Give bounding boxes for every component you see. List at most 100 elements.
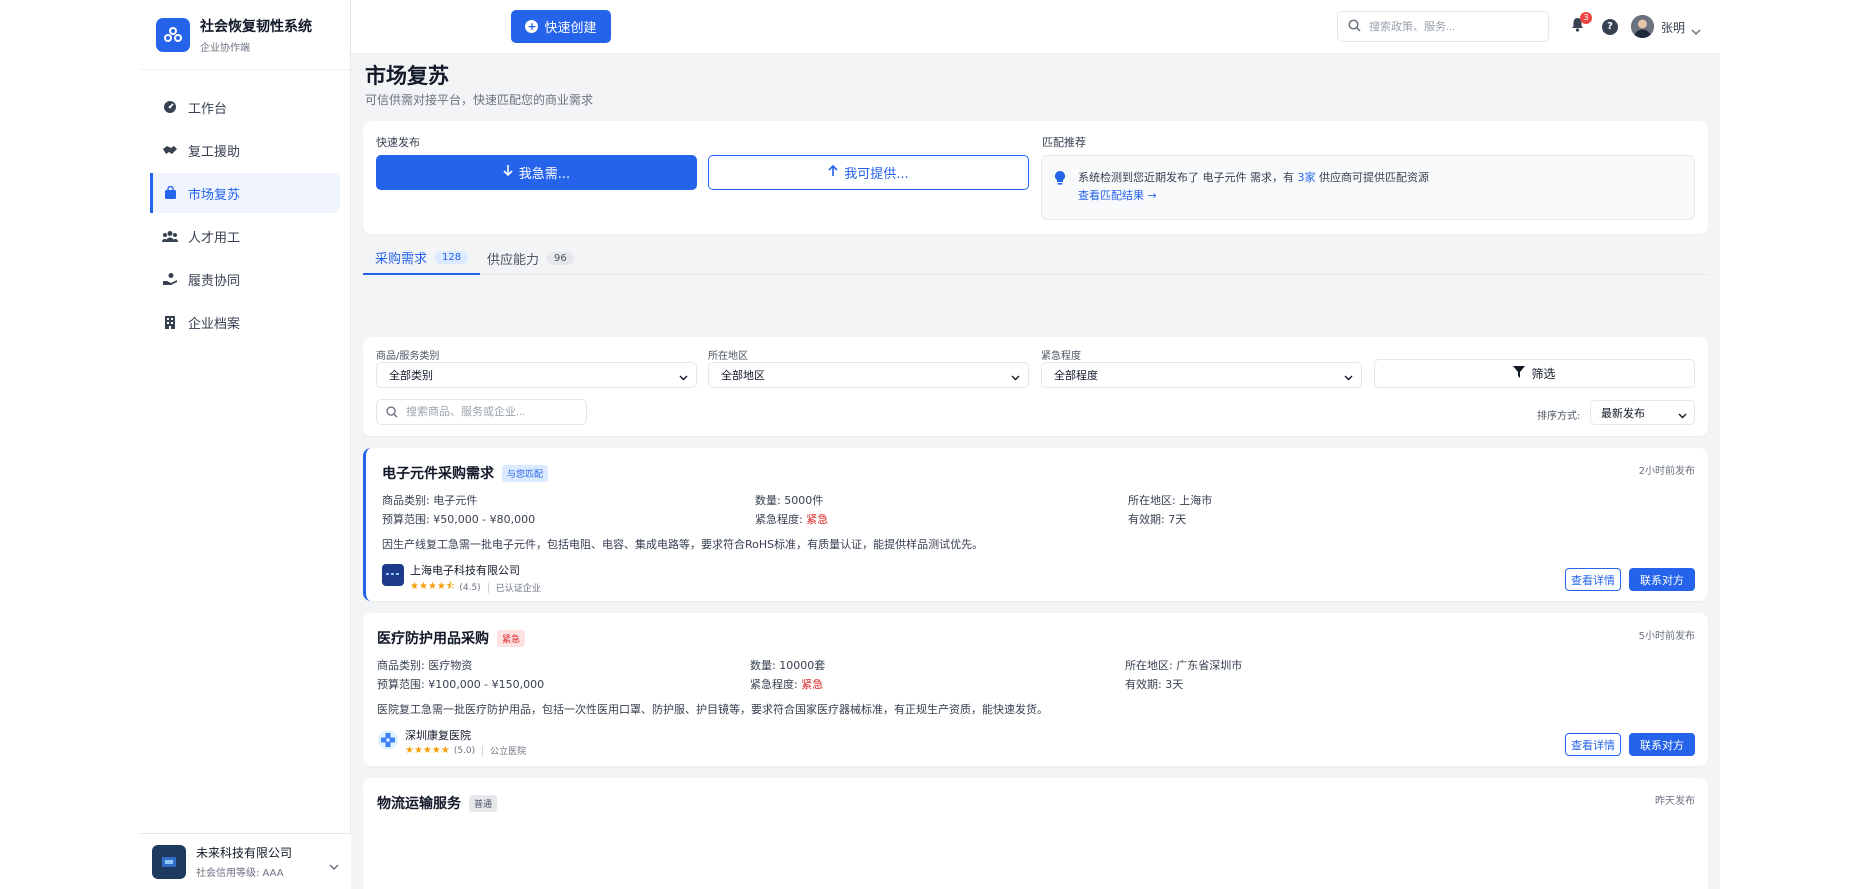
sidebar-item-label: 市场复苏 [188, 187, 241, 203]
view-match-results-link[interactable]: 查看匹配结果 → [1078, 187, 1157, 203]
sidebar-item-resumption-aid[interactable]: 复工援助 [150, 130, 340, 170]
brand-title: 社会恢复韧性系统 [200, 18, 312, 35]
can-provide-button[interactable]: 我可提供... [708, 155, 1029, 190]
contact-button[interactable]: 联系对方 [1629, 568, 1695, 591]
hand-holding-icon [162, 271, 178, 287]
request-description: 医院复工急需一批医疗防护用品，包括一次性医用口罩、防护服、护目镜等，要求符合国家… [377, 703, 1048, 716]
publish-time: 昨天发布 [1655, 796, 1695, 807]
normal-tag: 普通 [469, 794, 498, 812]
star-rating-icon: ★★★★⯪ [410, 581, 456, 592]
tab-supply[interactable]: 供应能力 96 [475, 241, 586, 275]
can-provide-label: 我可提供... [844, 167, 909, 182]
global-search[interactable] [1337, 11, 1549, 42]
brand-subtitle: 企业协作端 [200, 42, 250, 54]
contact-button[interactable]: 联系对方 [1629, 733, 1695, 756]
tab-bar: 采购需求 128 供应能力 96 [363, 241, 1708, 275]
request-urgency: 紧急程度: 紧急 [750, 678, 824, 691]
request-budget: 预算范围: ¥50,000 - ¥80,000 [382, 513, 536, 526]
chevron-down-icon [679, 371, 688, 384]
hospital-cross-icon [377, 729, 399, 751]
arrow-up-icon [828, 164, 838, 180]
sidebar-item-dashboard[interactable]: 工作台 [150, 87, 340, 127]
request-budget: 预算范围: ¥100,000 - ¥150,000 [377, 678, 545, 691]
quick-publish-label: 快速发布 [376, 136, 420, 149]
plus-icon: + [525, 20, 539, 33]
main-content: 市场复苏 可信供需对接平台，快速匹配您的商业需求 快速发布 我急需... 我可提… [363, 54, 1708, 889]
request-region: 所在地区: 上海市 [1128, 494, 1213, 507]
filter-panel: 商品/服务类别 全部类别 所在地区 全部地区 紧急程度 全部程度 筛选 搜索商品… [363, 337, 1708, 436]
match-recommendation: 系统检测到您近期发布了 电子元件 需求，有 3家 供应商可提供匹配资源 查看匹配… [1041, 155, 1695, 220]
request-title[interactable]: 医疗防护用品采购 紧急 [377, 628, 526, 648]
match-text: 系统检测到您近期发布了 电子元件 需求，有 3家 供应商可提供匹配资源 [1078, 171, 1429, 184]
request-card: 物流运输服务 普通 昨天发布 [363, 778, 1708, 889]
region-select[interactable]: 全部地区 [708, 362, 1029, 388]
sidebar-item-talent[interactable]: 人才用工 [150, 216, 340, 256]
company-rating: ★★★★⯪ (4.5) 已认证企业 [410, 581, 541, 594]
company-rating: ★★★★★ (5.0) 公立医院 [405, 745, 527, 757]
publish-time: 2小时前发布 [1638, 466, 1695, 477]
quick-create-button[interactable]: + 快速创建 [511, 10, 611, 43]
request-card: 电子元件采购需求 与您匹配 2小时前发布 商品类别: 电子元件 数量: 5000… [363, 448, 1708, 601]
search-icon [386, 403, 398, 422]
request-title[interactable]: 物流运输服务 普通 [377, 793, 498, 813]
request-category: 商品类别: 电子元件 [382, 494, 478, 507]
sidebar-item-enterprise-profile[interactable]: 企业档案 [150, 302, 340, 342]
top-bar: + 快速创建 3 ? 张明 [351, 0, 1720, 54]
filter-button[interactable]: 筛选 [1374, 359, 1695, 388]
request-region: 所在地区: 广东省深圳市 [1125, 659, 1243, 672]
chevron-down-icon[interactable] [1691, 21, 1701, 40]
tab-procurement[interactable]: 采购需求 128 [363, 241, 481, 275]
brand: 社会恢复韧性系统 企业协作端 [140, 0, 350, 70]
avatar[interactable] [1631, 15, 1654, 38]
company-avatar [152, 844, 186, 879]
company-name[interactable]: 上海电子科技有限公司 [410, 562, 520, 578]
view-details-button[interactable]: 查看详情 [1565, 733, 1621, 756]
request-quantity: 数量: 5000件 [755, 494, 824, 507]
help-icon[interactable]: ? [1602, 19, 1618, 35]
urgency-label: 紧急程度 [1041, 351, 1081, 362]
global-search-input[interactable] [1369, 20, 1539, 33]
request-quantity: 数量: 10000套 [750, 659, 826, 672]
request-description: 因生产线复工急需一批电子元件，包括电阻、电容、集成电路等，要求符合RoHS标准，… [382, 538, 984, 551]
sidebar-item-market-recovery[interactable]: 市场复苏 [150, 173, 340, 213]
chevron-down-icon [1678, 409, 1687, 422]
sort-label: 排序方式: [1537, 411, 1581, 422]
list-search[interactable] [376, 399, 587, 425]
view-details-button[interactable]: 查看详情 [1565, 568, 1621, 591]
match-recommend-label: 匹配推荐 [1042, 136, 1086, 149]
company-name[interactable]: 深圳康复医院 [405, 727, 471, 743]
arrow-down-icon [503, 165, 513, 180]
chevron-down-icon [1344, 371, 1353, 384]
search-icon [1348, 17, 1361, 36]
request-card: 医疗防护用品采购 紧急 5小时前发布 商品类别: 医疗物资 数量: 10000套… [363, 613, 1708, 766]
sidebar-item-label: 人才用工 [188, 230, 241, 246]
tab-count: 96 [547, 251, 574, 265]
sort-select[interactable]: 最新发布 [1590, 400, 1695, 425]
user-name[interactable]: 张明 [1661, 19, 1685, 36]
request-title[interactable]: 电子元件采购需求 与您匹配 [382, 463, 549, 483]
publish-time: 5小时前发布 [1638, 631, 1695, 642]
tab-count: 128 [435, 250, 469, 264]
sidebar-item-label: 履责协同 [188, 273, 241, 289]
request-validity: 有效期: 7天 [1128, 513, 1187, 526]
sidebar-item-label: 企业档案 [188, 316, 241, 332]
company-switcher[interactable]: 未来科技有限公司 社会信用等级: AAA [140, 833, 351, 889]
category-select[interactable]: 全部类别 [376, 362, 697, 388]
match-count: 3家 [1297, 171, 1316, 184]
request-category: 商品类别: 医疗物资 [377, 659, 473, 672]
page-subtitle: 可信供需对接平台，快速匹配您的商业需求 [365, 93, 594, 107]
notification-badge: 3 [1580, 12, 1592, 24]
urgent-need-button[interactable]: 我急需... [376, 155, 697, 190]
quick-publish-card: 快速发布 我急需... 我可提供... 匹配推荐 系统检测到您近期发布了 电子元… [363, 121, 1708, 234]
list-search-input[interactable] [406, 406, 576, 418]
shopping-bag-icon [162, 185, 178, 201]
match-tag: 与您匹配 [502, 464, 549, 482]
urgent-need-label: 我急需... [518, 167, 571, 182]
region-label: 所在地区 [708, 351, 748, 362]
sidebar: 社会恢复韧性系统 企业协作端 工作台 复工援助 市场复苏 人才用工 履责协同 企… [140, 0, 351, 889]
urgency-select[interactable]: 全部程度 [1041, 362, 1362, 388]
star-rating-icon: ★★★★★ [405, 745, 450, 756]
sidebar-item-responsibility[interactable]: 履责协同 [150, 259, 340, 299]
request-validity: 有效期: 3天 [1125, 678, 1184, 691]
category-label: 商品/服务类别 [376, 351, 440, 362]
